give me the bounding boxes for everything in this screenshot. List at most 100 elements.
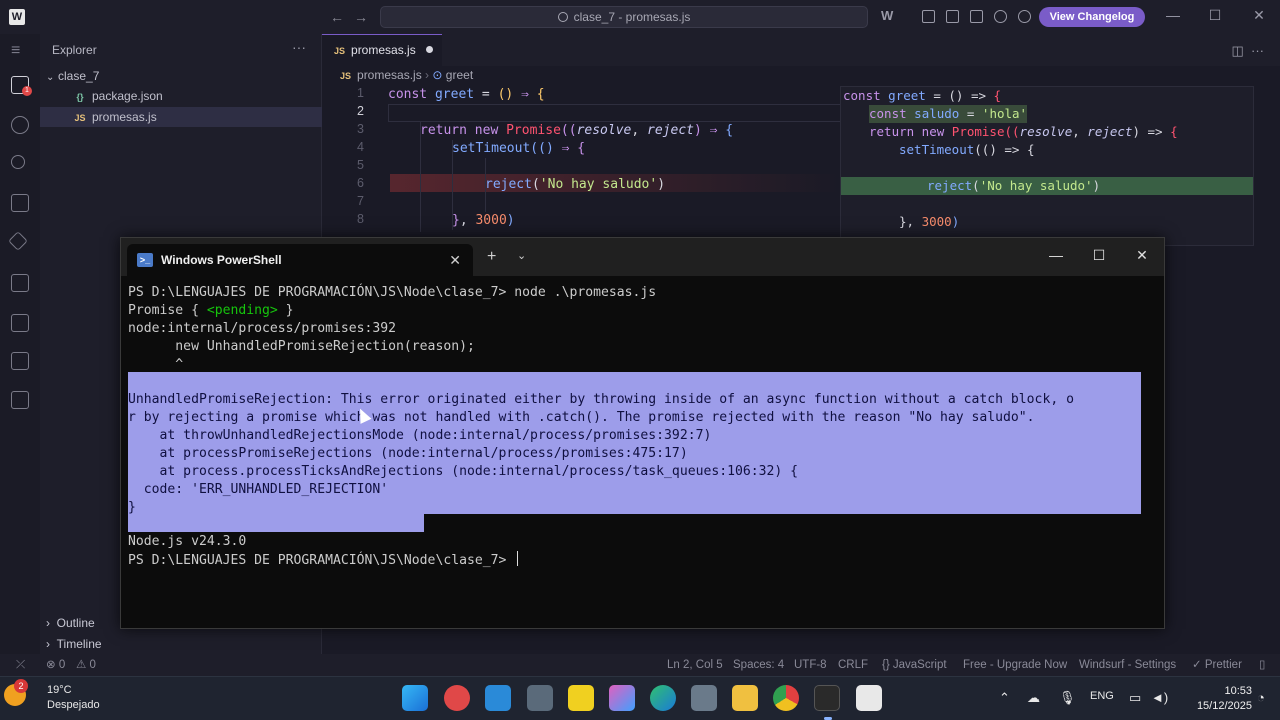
start-windows-icon[interactable] bbox=[402, 685, 428, 711]
file-explorer-icon[interactable] bbox=[732, 685, 758, 711]
notification-bell-icon[interactable]: ◔ bbox=[1257, 690, 1265, 705]
terminal-output[interactable]: PS D:\LENGUAJES DE PROGRAMACIÓN\JS\Node\… bbox=[121, 276, 1164, 628]
windsurf-app-icon[interactable] bbox=[856, 685, 882, 711]
windsurf-settings[interactable]: Windsurf - Settings bbox=[1079, 654, 1176, 676]
timeline-section[interactable]: › Timeline bbox=[46, 637, 102, 651]
volume-icon[interactable]: ◄) bbox=[1151, 690, 1168, 705]
warnings-count[interactable]: ⚠ 0 bbox=[76, 654, 96, 676]
run-debug-icon[interactable] bbox=[11, 194, 29, 212]
breadcrumb-file[interactable]: promesas.js bbox=[357, 68, 422, 82]
errors-count[interactable]: ⊗ 0 bbox=[46, 654, 65, 676]
breadcrumb-symbol[interactable]: greet bbox=[446, 68, 473, 82]
prettier-status[interactable]: ✓ Prettier bbox=[1192, 654, 1242, 676]
windsurf-icon[interactable]: W bbox=[881, 8, 894, 23]
language-mode[interactable]: {} JavaScript bbox=[882, 654, 947, 676]
copilot-icon[interactable] bbox=[609, 685, 635, 711]
source-control-icon[interactable] bbox=[11, 155, 25, 169]
search-icon[interactable] bbox=[11, 116, 29, 134]
close-tab-icon[interactable]: ✕ bbox=[449, 244, 461, 276]
code-line-8[interactable]: }, 3000) bbox=[452, 212, 515, 230]
terminal-icon[interactable] bbox=[814, 685, 840, 720]
snipping-tool-icon[interactable] bbox=[691, 685, 717, 711]
upgrade-link[interactable]: Free - Upgrade Now bbox=[963, 654, 1067, 676]
input-language[interactable]: ENG bbox=[1090, 690, 1114, 702]
back-arrow-icon[interactable]: ← bbox=[330, 9, 344, 25]
calculator-icon[interactable] bbox=[527, 685, 553, 711]
peek-line-1: const greet = () => { bbox=[843, 88, 1002, 103]
chevron-right-icon: › bbox=[46, 616, 50, 630]
code-line-4[interactable]: setTimeout(() ⇒ { bbox=[452, 140, 585, 158]
terminal-prompt[interactable]: PS D:\LENGUAJES DE PROGRAMACIÓN\JS\Node\… bbox=[128, 551, 519, 569]
folder-clase-7[interactable]: ⌄ clase_7 bbox=[40, 66, 322, 86]
powershell-tab[interactable]: >_ Windows PowerShell ✕ bbox=[127, 244, 473, 276]
indentation[interactable]: Spaces: 4 bbox=[733, 654, 784, 676]
search-text: clase_7 - promesas.js bbox=[573, 10, 691, 24]
grid-icon[interactable] bbox=[11, 352, 29, 370]
powershell-window[interactable]: >_ Windows PowerShell ✕ + ⌄ — ☐ ✕ PS D:\… bbox=[120, 237, 1165, 629]
sticky-notes-icon[interactable] bbox=[568, 685, 594, 711]
dropdown-chevron-icon[interactable]: ⌄ bbox=[517, 249, 526, 262]
vscode-icon[interactable] bbox=[485, 685, 511, 711]
toggle-secondary-sidebar-icon[interactable] bbox=[970, 10, 983, 23]
maximize-button[interactable]: ☐ bbox=[1089, 247, 1109, 264]
account-icon[interactable] bbox=[1018, 10, 1031, 23]
chevron-right-icon: › bbox=[46, 637, 50, 651]
file-promesas-js[interactable]: JS promesas.js bbox=[40, 107, 322, 127]
code-line-1[interactable]: const greet = () ⇒ { bbox=[388, 86, 545, 104]
settings-gear-icon[interactable] bbox=[994, 10, 1007, 23]
edge-browser-icon[interactable] bbox=[650, 685, 676, 711]
chrome-browser-icon[interactable] bbox=[773, 685, 799, 711]
line-number: 1 bbox=[357, 86, 364, 100]
app-icon-red[interactable] bbox=[444, 685, 470, 711]
terminal-line: node:internal/process/promises:392 bbox=[128, 321, 397, 336]
file-package-json[interactable]: {} package.json bbox=[40, 86, 322, 106]
line-number: 5 bbox=[357, 158, 364, 172]
weather-widget[interactable]: 19°C Despejado bbox=[30, 683, 100, 713]
remote-indicator-icon[interactable]: ⤫ bbox=[16, 654, 25, 676]
command-center-search[interactable]: clase_7 - promesas.js bbox=[380, 6, 868, 28]
file-label: promesas.js bbox=[92, 110, 157, 124]
encoding[interactable]: UTF-8 bbox=[794, 654, 827, 676]
tab-title: Windows PowerShell bbox=[161, 253, 282, 267]
minimize-button[interactable]: — bbox=[1163, 7, 1183, 23]
outline-label: Outline bbox=[56, 616, 95, 630]
show-hidden-icons-chevron-icon[interactable]: ⌃ bbox=[999, 690, 1010, 706]
unsaved-dot-icon[interactable] bbox=[425, 46, 433, 53]
remote-explorer-icon[interactable] bbox=[11, 274, 29, 292]
containers-icon[interactable] bbox=[11, 391, 29, 409]
microphone-icon[interactable]: 🎙 bbox=[1059, 690, 1076, 706]
tab-promesas-js[interactable]: JS promesas.js bbox=[322, 34, 442, 66]
js-file-icon: JS bbox=[74, 113, 86, 123]
new-tab-button[interactable]: + bbox=[487, 248, 496, 266]
outline-section[interactable]: › Outline bbox=[46, 616, 95, 630]
close-button[interactable]: ✕ bbox=[1249, 7, 1269, 24]
status-bar: ⤫ ⊗ 0 ⚠ 0 Ln 2, Col 5 Spaces: 4 UTF-8 CR… bbox=[0, 654, 1280, 676]
system-clock[interactable]: 10:53 15/12/2025 bbox=[1197, 684, 1252, 714]
forward-arrow-icon[interactable]: → bbox=[354, 9, 368, 25]
split-editor-icon[interactable]: ◫ ··· bbox=[1232, 43, 1265, 59]
extensions-icon[interactable] bbox=[8, 231, 28, 251]
view-changelog-button[interactable]: View Changelog bbox=[1039, 7, 1145, 27]
minimize-button[interactable]: — bbox=[1046, 247, 1066, 263]
more-actions-icon[interactable]: ··· bbox=[292, 39, 306, 55]
toggle-panel-icon[interactable] bbox=[946, 10, 959, 23]
indent-guide bbox=[452, 140, 453, 230]
terminal-line: r by rejecting a promise which was not h… bbox=[128, 410, 1035, 425]
toggle-sidebar-icon[interactable] bbox=[922, 10, 935, 23]
network-icon[interactable]: ▭ bbox=[1129, 690, 1141, 706]
terminal-line: Promise { <pending> } bbox=[128, 303, 294, 318]
line-number: 2 bbox=[357, 104, 364, 118]
cursor-position[interactable]: Ln 2, Col 5 bbox=[667, 654, 723, 676]
end-of-line[interactable]: CRLF bbox=[838, 654, 868, 676]
weather-condition: Despejado bbox=[47, 699, 100, 711]
powershell-icon: >_ bbox=[137, 253, 153, 267]
testing-icon[interactable] bbox=[11, 314, 29, 332]
maximize-button[interactable]: ☐ bbox=[1205, 7, 1225, 24]
code-line-3[interactable]: return new Promise((resolve, reject) ⇒ { bbox=[420, 122, 733, 140]
code-line-6[interactable]: reject('No hay saludo') bbox=[485, 176, 665, 194]
notifications-bell-icon[interactable]: ▯ bbox=[1259, 654, 1265, 676]
menu-icon[interactable]: ≡ bbox=[11, 42, 29, 60]
close-button[interactable]: ✕ bbox=[1132, 247, 1152, 264]
inline-diff-preview: const greet = () => { const saludo = 'ho… bbox=[840, 86, 1254, 246]
cloud-sync-icon[interactable]: ☁ bbox=[1027, 690, 1040, 706]
